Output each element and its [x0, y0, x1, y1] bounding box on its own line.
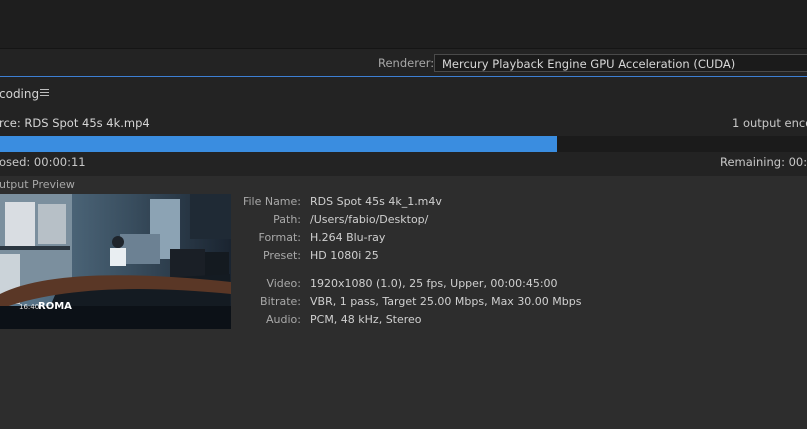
elapsed-time: osed: 00:00:11	[0, 155, 86, 169]
detail-row-bitrate: Bitrate: VBR, 1 pass, Target 25.00 Mbps,…	[232, 294, 792, 312]
renderer-label: Renderer:	[378, 56, 435, 70]
detail-value: 1920x1080 (1.0), 25 fps, Upper, 00:00:45…	[310, 277, 558, 290]
hamburger-menu-icon[interactable]	[40, 89, 49, 98]
detail-row-video: Video: 1920x1080 (1.0), 25 fps, Upper, 0…	[232, 276, 792, 294]
encoding-progress-bar	[0, 136, 807, 152]
detail-row-path: Path: /Users/fabio/Desktop/	[232, 212, 792, 230]
detail-label: Video:	[266, 277, 301, 290]
output-details: File Name: RDS Spot 45s 4k_1.m4v Path: /…	[232, 194, 792, 330]
video-preview-thumbnail: 16:40 ROMA	[0, 194, 231, 329]
output-preview-label: utput Preview	[0, 178, 75, 191]
detail-label: Bitrate:	[260, 295, 301, 308]
detail-label: File Name:	[242, 195, 301, 208]
detail-value: HD 1080i 25	[310, 249, 379, 262]
detail-label: Format:	[258, 231, 301, 244]
renderer-select[interactable]: Mercury Playback Engine GPU Acceleration…	[434, 54, 807, 72]
detail-value: /Users/fabio/Desktop/	[310, 213, 429, 226]
detail-value: H.264 Blu-ray	[310, 231, 386, 244]
output-count-label: 1 output encod	[732, 116, 807, 130]
remaining-time: Remaining: 00:00	[720, 155, 807, 169]
source-file-label: rce: RDS Spot 45s 4k.mp4	[0, 116, 150, 130]
renderer-value: Mercury Playback Engine GPU Acceleration…	[442, 57, 736, 71]
detail-row-format: Format: H.264 Blu-ray	[232, 230, 792, 248]
detail-label: Path:	[273, 213, 301, 226]
detail-value: PCM, 48 kHz, Stereo	[310, 313, 422, 326]
preview-image: 16:40 ROMA	[0, 194, 231, 329]
encoding-progress-fill	[0, 136, 557, 152]
preview-overlay-small: 16:40	[19, 303, 39, 311]
detail-label: Audio:	[266, 313, 301, 326]
detail-row-audio: Audio: PCM, 48 kHz, Stereo	[232, 312, 792, 330]
detail-row-file-name: File Name: RDS Spot 45s 4k_1.m4v	[232, 194, 792, 212]
renderer-row: Renderer: Mercury Playback Engine GPU Ac…	[0, 48, 807, 77]
detail-label: Preset:	[262, 249, 301, 262]
encoding-panel-title: coding	[0, 87, 40, 101]
top-toolbar	[0, 0, 807, 48]
detail-value: RDS Spot 45s 4k_1.m4v	[310, 195, 442, 208]
detail-value: VBR, 1 pass, Target 25.00 Mbps, Max 30.0…	[310, 295, 582, 308]
preview-overlay-text: ROMA	[38, 301, 72, 312]
detail-row-preset: Preset: HD 1080i 25	[232, 248, 792, 266]
